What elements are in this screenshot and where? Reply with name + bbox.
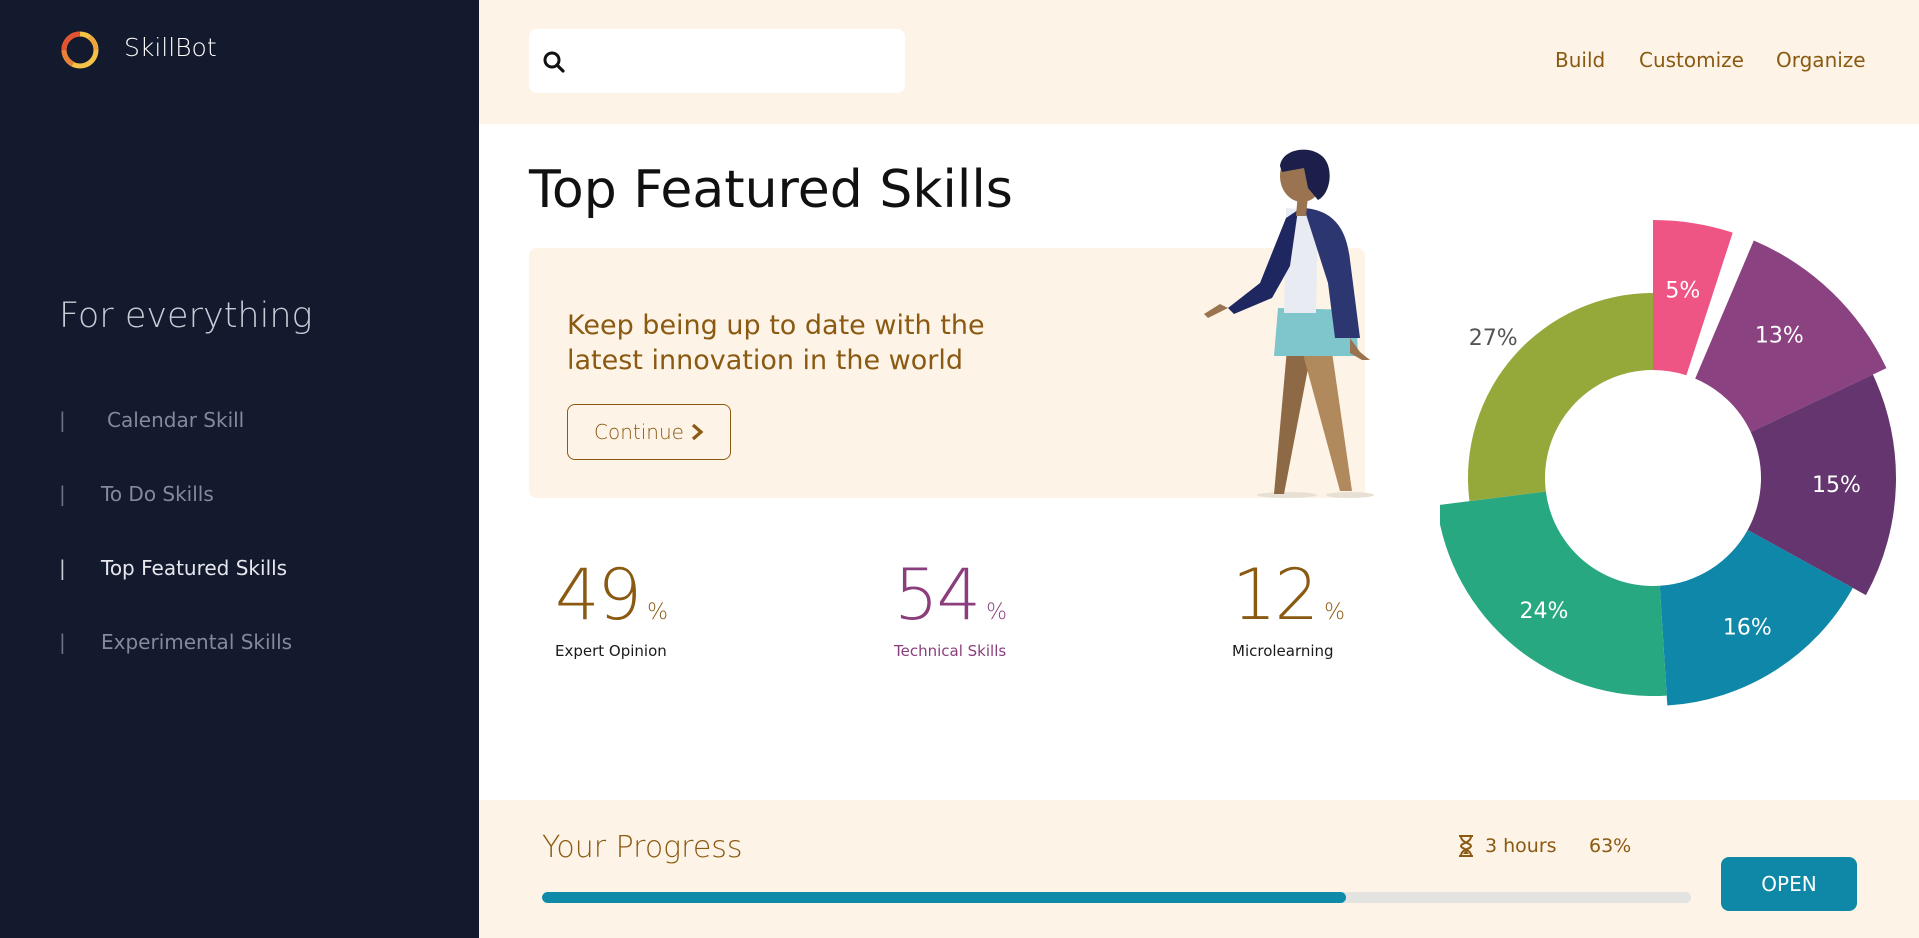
donut-slice-label: 16% [1723, 616, 1772, 641]
progress-title: Your Progress [542, 830, 743, 865]
skills-donut-chart: 5% 13% 15% 16% 24% 27% [1440, 220, 1896, 706]
sidebar-item-to-do-skills[interactable]: | To Do Skills [59, 482, 214, 506]
donut-slice-label: 15% [1812, 473, 1861, 498]
progress-track [542, 892, 1691, 903]
nav-marker: | [59, 556, 66, 580]
stat-unit: % [1324, 600, 1346, 625]
search-input[interactable] [577, 41, 893, 81]
continue-label: Continue [594, 420, 684, 444]
stat-label: Expert Opinion [555, 642, 667, 660]
ring-logo-icon[interactable] [59, 29, 101, 71]
stat-label: Technical Skills [894, 642, 1007, 660]
stat-microlearning: 12 % Microlearning [1232, 560, 1345, 660]
stat-unit: % [986, 600, 1008, 625]
nav-marker: | [59, 408, 66, 432]
search-box[interactable] [529, 29, 905, 93]
stat-technical-skills: 54 % Technical Skills [894, 560, 1007, 660]
donut-slice [1440, 491, 1667, 696]
donut-slice-label: 24% [1520, 599, 1569, 624]
time-text: 3 hours [1485, 835, 1557, 857]
stat-value: 12 [1232, 554, 1319, 636]
progress-percent: 63% [1589, 835, 1632, 857]
sidebar-item-experimental-skills[interactable]: | Experimental Skills [59, 630, 292, 654]
nav-build[interactable]: Build [1555, 48, 1605, 72]
donut-slice [1468, 293, 1653, 502]
hourglass-icon [1459, 835, 1473, 857]
stat-label: Microlearning [1232, 642, 1334, 660]
stat-value: 54 [894, 554, 981, 636]
page-title: Top Featured Skills [529, 160, 1013, 220]
continue-button[interactable]: Continue [567, 404, 731, 460]
sidebar-item-calendar-skill[interactable]: | Calendar Skill [59, 408, 244, 432]
donut-slice-label: 13% [1755, 324, 1804, 349]
nav-customize[interactable]: Customize [1639, 48, 1744, 72]
progress-fill [542, 892, 1347, 903]
sidebar-tagline: For everything [59, 296, 313, 336]
chevron-right-icon [691, 423, 704, 441]
brand-name[interactable]: SkillBot [124, 33, 217, 62]
donut-slice-label: 27% [1469, 326, 1518, 351]
nav-marker: | [59, 630, 66, 654]
stat-expert-opinion: 49 % Expert Opinion [555, 560, 668, 660]
sidebar-item-label: To Do Skills [101, 482, 214, 506]
sidebar-item-label: Calendar Skill [107, 408, 245, 432]
progress-panel: Your Progress 3 hours 63% OPEN [479, 800, 1919, 938]
nav-marker: | [59, 482, 66, 506]
sidebar: SkillBot For everything | Calendar Skill… [0, 0, 479, 938]
sidebar-item-label: Top Featured Skills [101, 556, 288, 580]
banner-text: Keep being up to date with the latest in… [567, 310, 985, 376]
top-header: Build Customize Organize [479, 0, 1919, 124]
time-estimate: 3 hours [1457, 835, 1557, 857]
nav-organize[interactable]: Organize [1776, 48, 1866, 72]
sidebar-item-top-featured-skills[interactable]: | Top Featured Skills [59, 556, 287, 580]
walking-person-illustration [1204, 149, 1374, 498]
sidebar-item-label: Experimental Skills [101, 630, 293, 654]
open-button[interactable]: OPEN [1721, 857, 1857, 911]
stat-value: 49 [555, 554, 642, 636]
search-icon[interactable] [541, 49, 567, 75]
donut-slice-label: 5% [1665, 278, 1700, 303]
stat-unit: % [647, 600, 669, 625]
